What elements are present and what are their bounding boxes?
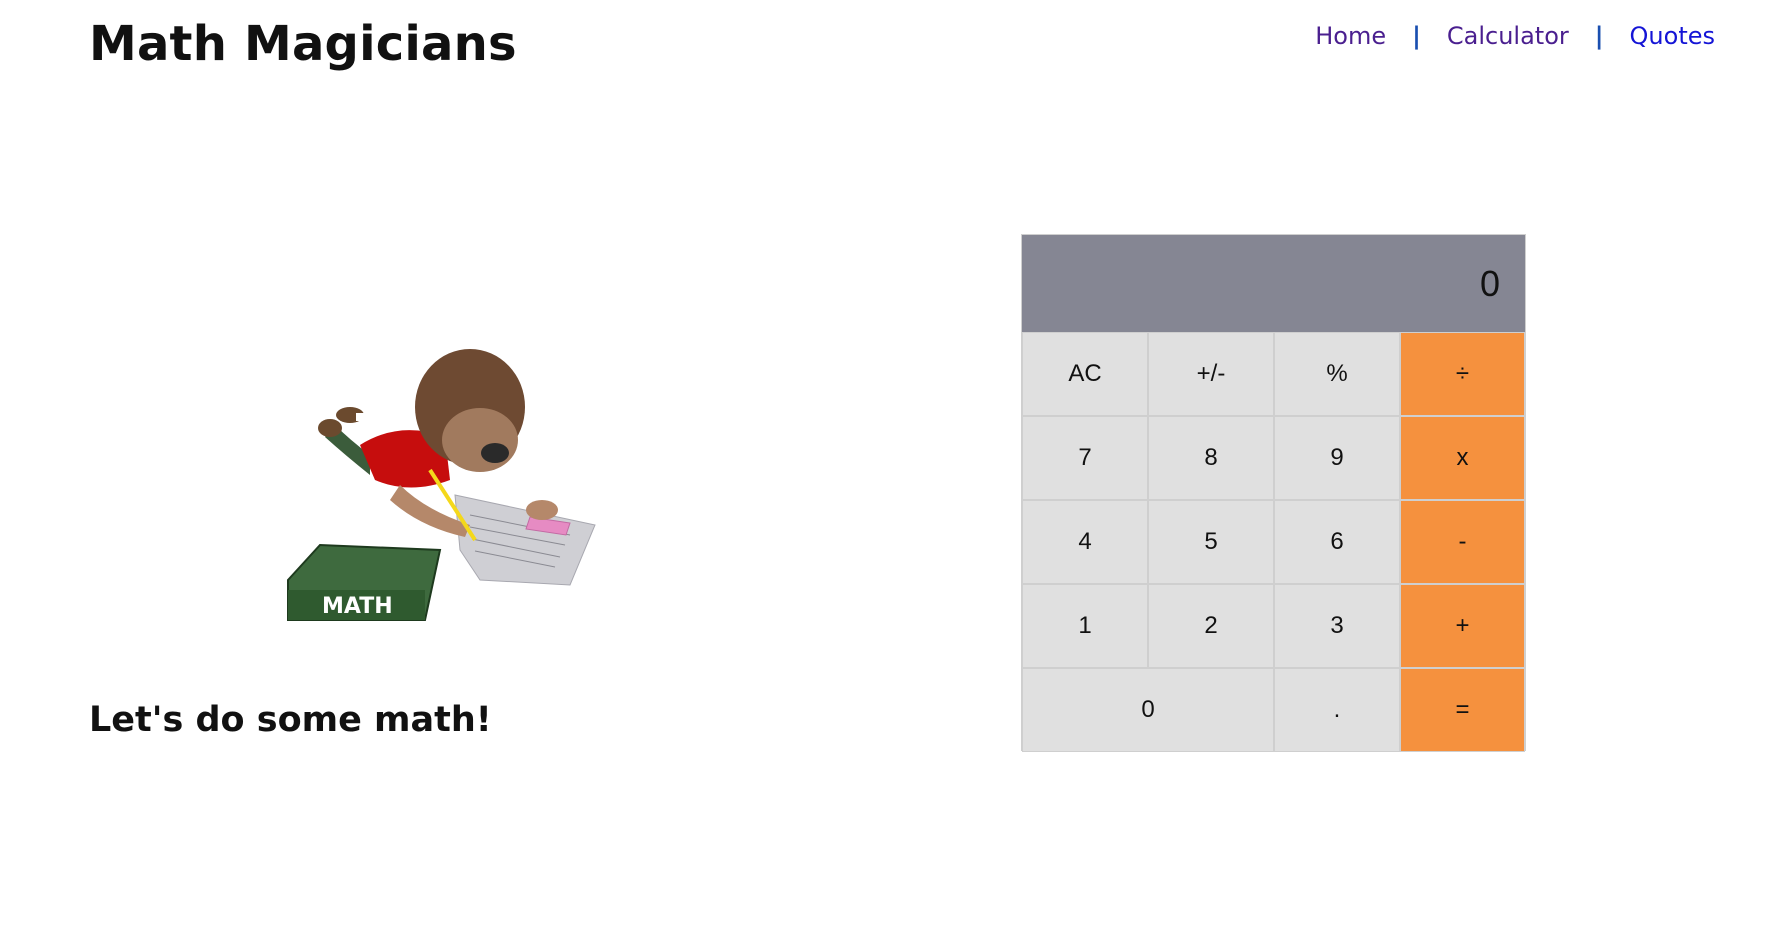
percent-button[interactable]: % xyxy=(1274,332,1400,416)
math-kid-illustration: MATH xyxy=(287,349,596,621)
clear-button[interactable]: AC xyxy=(1022,332,1148,416)
add-button[interactable]: + xyxy=(1400,584,1525,668)
nav-link-calculator[interactable]: Calculator xyxy=(1447,22,1569,50)
math-book-label: MATH xyxy=(322,594,393,619)
divide-button[interactable]: ÷ xyxy=(1400,332,1525,416)
calculator-display: 0 xyxy=(1022,235,1525,332)
calculator: 0 AC +/- % ÷ 7 8 9 x 4 5 6 - 1 2 3 + 0 .… xyxy=(1021,234,1526,752)
digit-2-button[interactable]: 2 xyxy=(1148,584,1274,668)
decimal-button[interactable]: . xyxy=(1274,668,1400,752)
nav-separator: | xyxy=(1594,22,1604,50)
digit-9-button[interactable]: 9 xyxy=(1274,416,1400,500)
nav-separator: | xyxy=(1412,22,1421,50)
digit-3-button[interactable]: 3 xyxy=(1274,584,1400,668)
tagline: Let's do some math! xyxy=(89,700,492,740)
digit-5-button[interactable]: 5 xyxy=(1148,500,1274,584)
main-nav: Home | Calculator | Quotes xyxy=(1315,22,1715,50)
toggle-sign-button[interactable]: +/- xyxy=(1148,332,1274,416)
equals-button[interactable]: = xyxy=(1400,668,1525,752)
nav-link-home[interactable]: Home xyxy=(1315,22,1386,50)
page: Math Magicians Home | Calculator | Quote… xyxy=(0,0,1789,926)
digit-4-button[interactable]: 4 xyxy=(1022,500,1148,584)
digit-0-button[interactable]: 0 xyxy=(1022,668,1274,752)
nav-link-quotes[interactable]: Quotes xyxy=(1630,22,1715,50)
multiply-button[interactable]: x xyxy=(1400,416,1525,500)
subtract-button[interactable]: - xyxy=(1400,500,1525,584)
site-title: Math Magicians xyxy=(89,16,517,72)
digit-8-button[interactable]: 8 xyxy=(1148,416,1274,500)
digit-7-button[interactable]: 7 xyxy=(1022,416,1148,500)
digit-1-button[interactable]: 1 xyxy=(1022,584,1148,668)
digit-6-button[interactable]: 6 xyxy=(1274,500,1400,584)
